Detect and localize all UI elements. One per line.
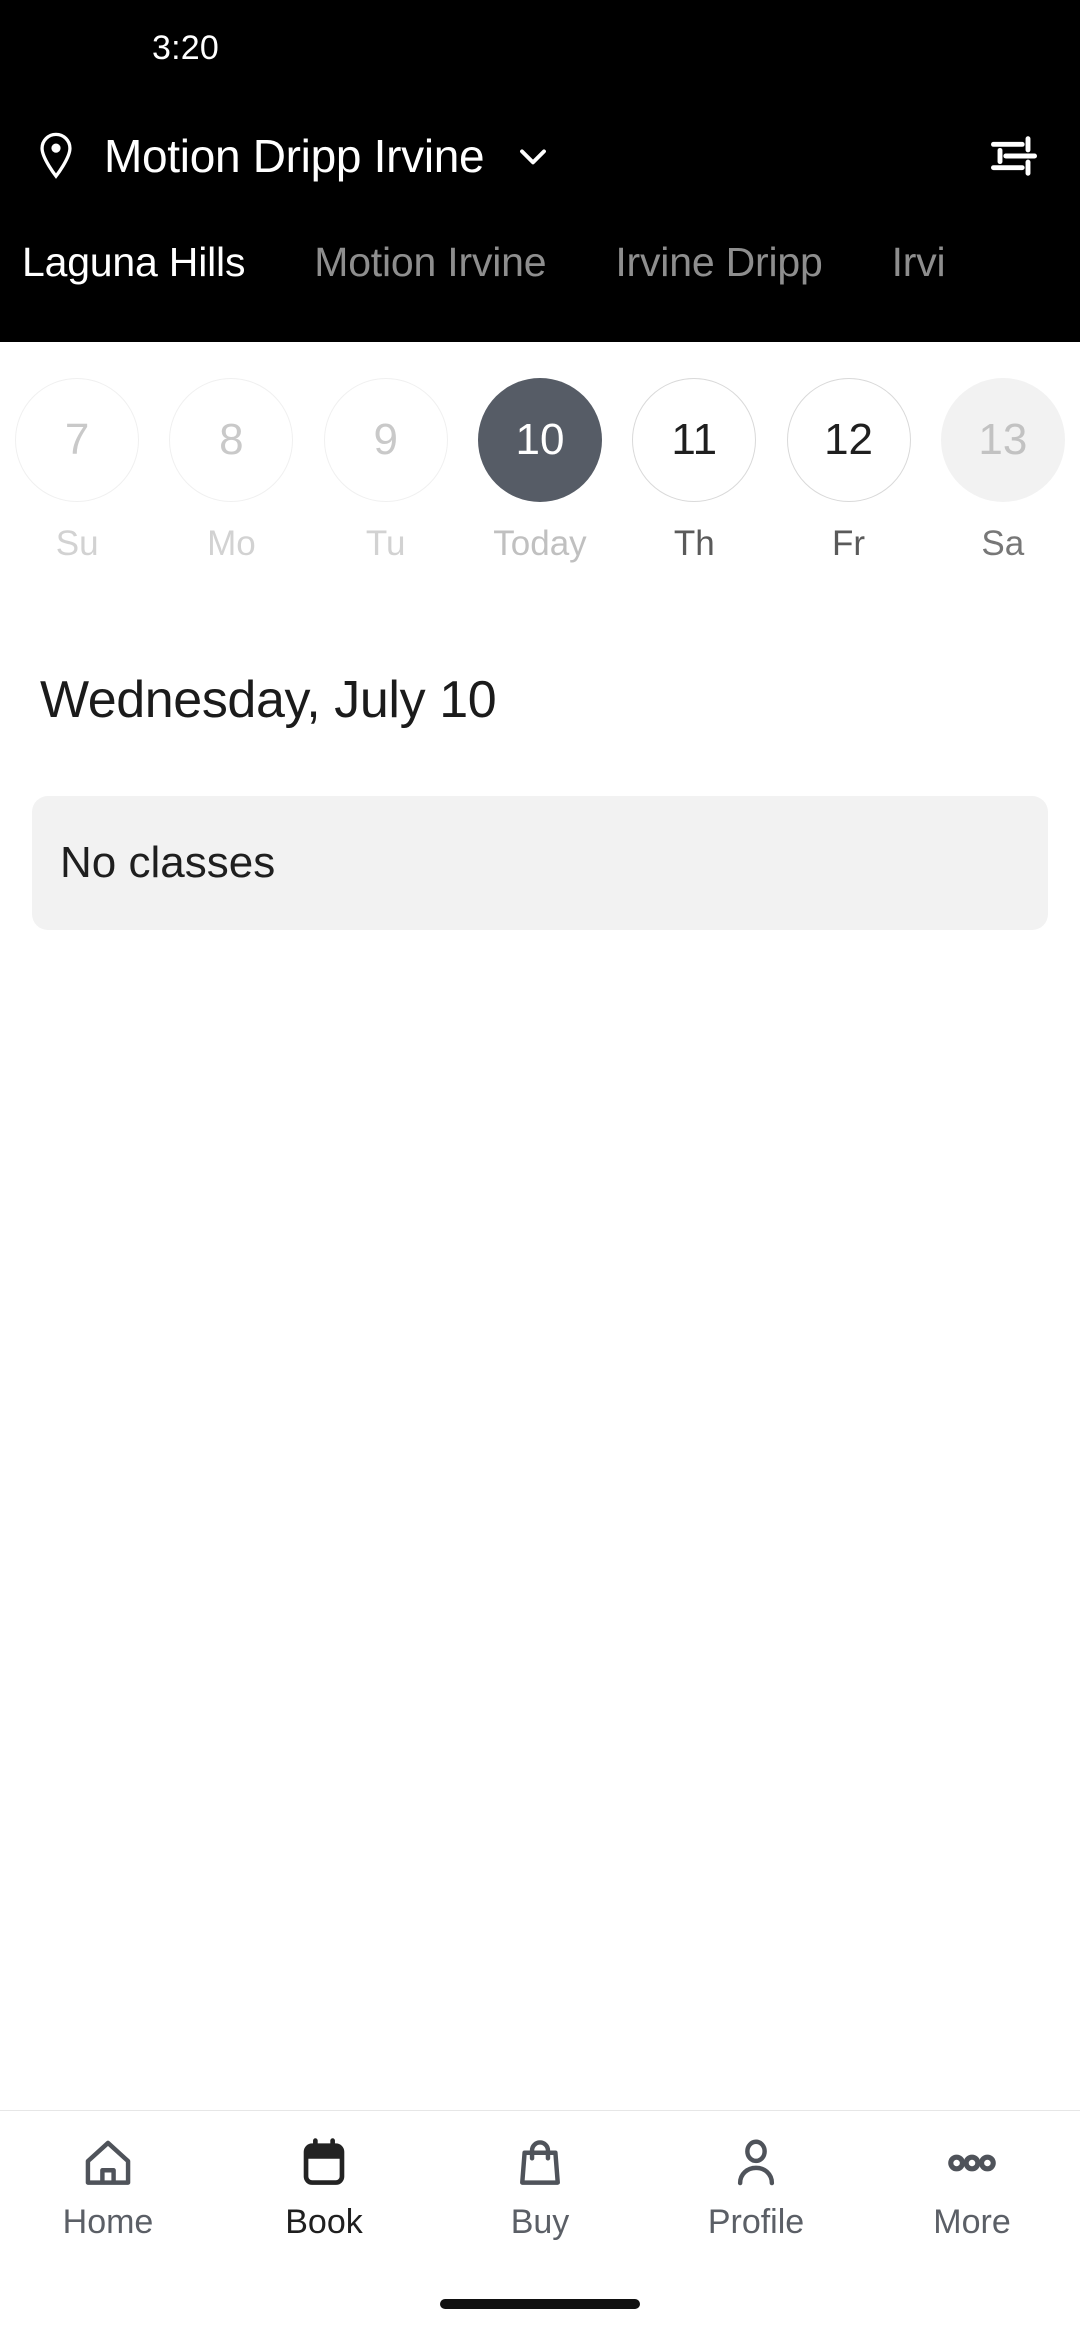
date-weekday: Fr	[832, 524, 866, 563]
no-classes-label: No classes	[60, 838, 276, 887]
location-tab-irvi[interactable]: Irvi	[892, 239, 946, 342]
date-cell-10-selected[interactable]: 10 Today	[463, 378, 617, 564]
nav-item-profile[interactable]: Profile	[648, 2133, 864, 2242]
person-icon	[728, 2133, 784, 2193]
location-tab-motion-irvine[interactable]: Motion Irvine	[314, 239, 546, 342]
status-bar: 3:20	[0, 0, 1080, 96]
no-classes-card: No classes	[32, 796, 1048, 930]
date-number[interactable]: 12	[786, 378, 911, 502]
ellipsis-icon	[944, 2133, 1000, 2193]
date-weekday: Sa	[981, 524, 1025, 563]
nav-label-home: Home	[62, 2203, 154, 2241]
nav-item-book[interactable]: Book	[216, 2133, 432, 2242]
venue-name: Motion Dripp Irvine	[104, 130, 485, 182]
date-number[interactable]: 9	[323, 378, 448, 502]
home-indicator-area	[0, 2268, 1080, 2340]
home-icon	[80, 2133, 136, 2193]
home-indicator-bar[interactable]	[440, 2299, 640, 2309]
day-heading: Wednesday, July 10	[40, 671, 497, 729]
date-number[interactable]: 13	[940, 378, 1065, 502]
date-cell-13[interactable]: 13 Sa	[926, 378, 1080, 564]
shopping-bag-icon	[512, 2133, 568, 2193]
app-bar: Motion Dripp Irvine	[0, 96, 1080, 216]
date-cell-9[interactable]: 9 Tu	[309, 378, 463, 564]
date-cell-8[interactable]: 8 Mo	[154, 378, 308, 564]
location-tab-irvine-dripp[interactable]: Irvine Dripp	[615, 239, 822, 342]
nav-label-more: More	[933, 2203, 1011, 2241]
app-screen: 3:20 Motion Dripp Irvine Laguna Hills Mo…	[0, 0, 1080, 2340]
nav-item-more[interactable]: More	[864, 2133, 1080, 2242]
date-cell-12[interactable]: 12 Fr	[771, 378, 925, 564]
date-weekday: Tu	[365, 524, 406, 563]
nav-label-profile: Profile	[707, 2203, 805, 2241]
location-selector[interactable]: Motion Dripp Irvine	[30, 129, 984, 183]
date-number[interactable]: 11	[632, 378, 757, 502]
location-pin-icon	[30, 130, 82, 182]
calendar-icon	[296, 2133, 352, 2193]
date-number[interactable]: 10	[477, 378, 602, 502]
date-weekday: Mo	[207, 524, 256, 563]
chevron-down-icon[interactable]	[506, 129, 560, 183]
location-tab-laguna-hills[interactable]: Laguna Hills	[22, 239, 245, 342]
date-cell-11[interactable]: 11 Th	[617, 378, 771, 564]
date-weekday: Th	[673, 524, 715, 563]
date-number[interactable]: 7	[15, 378, 140, 502]
bottom-navigation-bar[interactable]: Home Book Buy Profile More	[0, 2110, 1080, 2268]
nav-item-buy[interactable]: Buy	[432, 2133, 648, 2242]
schedule-content: Wednesday, July 10 No classes	[0, 574, 1080, 2110]
date-number[interactable]: 8	[169, 378, 294, 502]
date-weekday: Su	[55, 524, 99, 563]
tune-filter-icon[interactable]	[984, 126, 1044, 186]
nav-label-buy: Buy	[510, 2203, 570, 2241]
location-tab-bar[interactable]: Laguna Hills Motion Irvine Irvine Dripp …	[0, 216, 1080, 342]
date-weekday: Today	[493, 524, 587, 563]
header-region: 3:20 Motion Dripp Irvine Laguna Hills Mo…	[0, 0, 1080, 342]
date-strip[interactable]: 7 Su 8 Mo 9 Tu 10 Today 11 Th 12 Fr 13 S…	[0, 342, 1080, 574]
date-cell-7[interactable]: 7 Su	[0, 378, 154, 564]
nav-label-book: Book	[285, 2203, 363, 2241]
nav-item-home[interactable]: Home	[0, 2133, 216, 2242]
status-bar-clock: 3:20	[152, 28, 219, 67]
